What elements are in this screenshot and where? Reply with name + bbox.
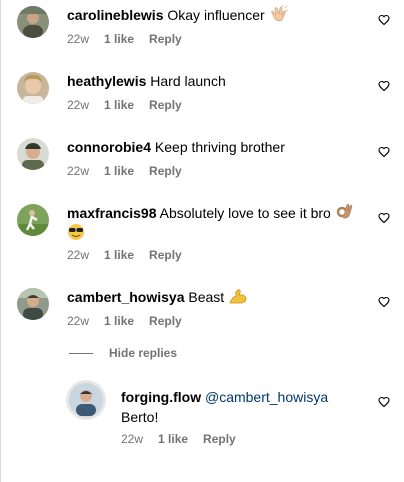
sunglasses-face-icon xyxy=(67,223,87,241)
heart-icon[interactable] xyxy=(378,80,390,92)
comment-likes[interactable]: 1 like xyxy=(104,163,134,179)
comment-text: maxfrancis98 Absolutely love to see it b… xyxy=(67,203,367,243)
hide-replies-line xyxy=(69,352,93,354)
ok-hand-icon xyxy=(335,203,355,221)
heart-icon[interactable] xyxy=(378,146,390,158)
comment-meta: 22w 1 like Reply xyxy=(67,313,182,329)
heart-icon[interactable] xyxy=(378,212,390,224)
reply-button[interactable]: Reply xyxy=(149,247,182,263)
comment-username[interactable]: cambert_howisya xyxy=(67,289,185,305)
heart-icon[interactable] xyxy=(378,396,390,408)
reply-meta: 22w 1 like Reply xyxy=(121,431,236,447)
hide-replies-button[interactable]: Hide replies xyxy=(69,345,177,361)
comment-body: Keep thriving brother xyxy=(154,139,285,155)
comment-text: cambert_howisya Beast xyxy=(67,287,248,307)
heart-icon[interactable] xyxy=(378,14,390,26)
comment-text: carolineblewis Okay influencer xyxy=(67,4,289,25)
flexed-biceps-icon xyxy=(228,287,248,305)
panel-border xyxy=(0,0,1,482)
comment-meta: 22w 1 like Reply xyxy=(67,163,182,179)
comment-body: Hard launch xyxy=(150,73,226,89)
comment-meta: 22w 1 like Reply xyxy=(67,97,182,113)
reply-button[interactable]: Reply xyxy=(203,431,236,447)
reply-body: Berto! xyxy=(121,409,159,425)
reply-button[interactable]: Reply xyxy=(149,31,182,47)
comment-body: Okay influencer xyxy=(167,7,265,23)
comment-username[interactable]: carolineblewis xyxy=(67,7,163,23)
comment-time: 22w xyxy=(67,164,90,178)
comment-username[interactable]: maxfrancis98 xyxy=(67,205,157,221)
reply-mention[interactable]: @cambert_howisya xyxy=(205,389,328,405)
reply-button[interactable]: Reply xyxy=(149,313,182,329)
reply-button[interactable]: Reply xyxy=(149,163,182,179)
comment-text: heathylewis Hard launch xyxy=(67,71,226,91)
reply-username[interactable]: forging.flow xyxy=(121,389,201,405)
comment-time: 22w xyxy=(67,32,90,46)
comment-time: 22w xyxy=(67,314,90,328)
hide-replies-label: Hide replies xyxy=(109,346,178,360)
avatar[interactable] xyxy=(17,72,49,104)
comment-time: 22w xyxy=(67,248,90,262)
comment-time: 22w xyxy=(67,98,90,112)
comment-username[interactable]: heathylewis xyxy=(67,73,146,89)
heart-icon[interactable] xyxy=(378,296,390,308)
comment-meta: 22w 1 like Reply xyxy=(67,247,182,263)
reply-text: forging.flow @cambert_howisya Berto! xyxy=(121,387,361,427)
avatar[interactable] xyxy=(17,138,49,170)
avatar[interactable] xyxy=(66,380,106,420)
reply-likes[interactable]: 1 like xyxy=(158,431,188,447)
comment-body: Absolutely love to see it bro xyxy=(159,205,331,221)
avatar[interactable] xyxy=(17,6,49,38)
clapping-hands-icon xyxy=(269,4,289,23)
comment-meta: 22w 1 like Reply xyxy=(67,31,182,47)
comment-username[interactable]: connorobie4 xyxy=(67,139,151,155)
avatar[interactable] xyxy=(17,204,49,236)
comment-text: connorobie4 Keep thriving brother xyxy=(67,137,285,157)
avatar[interactable] xyxy=(17,288,49,320)
comment-likes[interactable]: 1 like xyxy=(104,97,134,113)
comment-likes[interactable]: 1 like xyxy=(104,313,134,329)
comment-body: Beast xyxy=(188,289,225,305)
comment-likes[interactable]: 1 like xyxy=(104,247,134,263)
comment-likes[interactable]: 1 like xyxy=(104,31,134,47)
reply-button[interactable]: Reply xyxy=(149,97,182,113)
reply-time: 22w xyxy=(121,432,144,446)
